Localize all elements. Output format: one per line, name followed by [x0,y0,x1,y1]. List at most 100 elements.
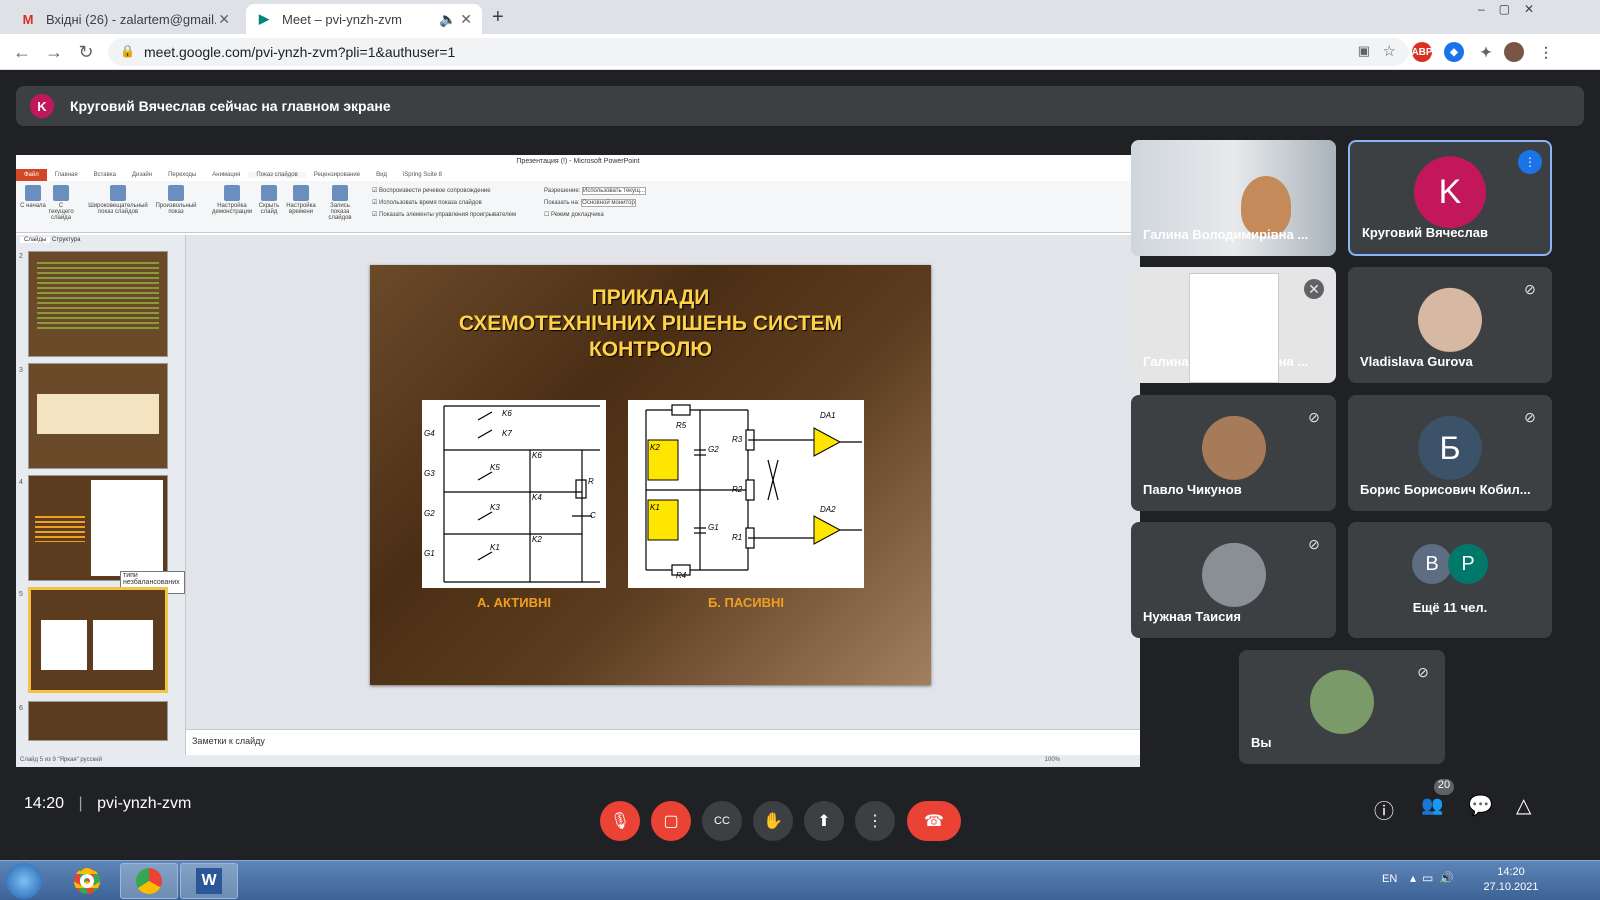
ribbon-checkboxes[interactable]: ☑ Воспроизвести речевое сопровождение ☑ … [372,185,516,221]
slide-thumbnail[interactable] [28,251,168,357]
adblock-icon[interactable]: ABP [1411,42,1433,62]
captions-button[interactable]: CC [702,801,742,841]
menu-item[interactable]: Рецензирование [306,172,368,178]
svg-text:K1: K1 [650,503,660,512]
ribbon-button[interactable]: Широковещательный показ слайдов [86,185,150,215]
avatar [1201,415,1266,480]
shared-screen: Презентация (!) - Microsoft PowerPoint Ф… [16,155,1140,767]
participant-tile[interactable]: ⊘ Vladislava Gurova [1348,267,1552,383]
svg-text:G2: G2 [424,509,435,518]
camera-off-button[interactable]: ▢ [651,801,691,841]
avatar: Б [1418,415,1482,480]
notes-pane[interactable]: Заметки к слайду [186,729,1140,757]
participant-name: Галина Володимирівна ... [1143,354,1309,369]
activities-icon[interactable]: △ [1516,793,1531,818]
participant-tile[interactable]: ✕ Галина Володимирівна ... [1131,267,1336,383]
reload-icon[interactable]: ↻ [74,40,98,64]
new-tab-button[interactable]: + [492,6,504,29]
clock[interactable]: 14:20 27.10.2021 [1476,865,1546,895]
participant-name: Нужная Таисия [1143,609,1241,624]
svg-text:K7: K7 [502,429,512,438]
address-bar[interactable]: 🔒 meet.google.com/pvi-ynzh-zvm?pli=1&aut… [108,38,1408,66]
forward-icon[interactable]: → [42,40,66,64]
menu-item[interactable]: Переходы [160,172,204,178]
window-title: Презентация (!) - Microsoft PowerPoint [16,155,1140,169]
menu-item[interactable]: Вид [368,172,395,178]
svg-text:K5: K5 [490,463,500,472]
meeting-time: 14:20 [24,795,65,812]
participant-name: Круговий Вячеслав [1362,225,1488,240]
slide-editor: ПРИКЛАДИ СХЕМОТЕХНІЧНИХ РІШЕНЬ СИСТЕМ КО… [186,235,1140,729]
self-tile[interactable]: ⊘ Вы [1239,650,1445,764]
tab-gmail[interactable]: M Вхідні (26) - zalartem@gmail.com ✕ [10,4,240,34]
menu-item[interactable]: iSpring Suite 8 [395,172,450,178]
more-participants-tile[interactable]: В Р Ещё 11 чел. [1348,522,1552,638]
start-button[interactable] [6,863,42,899]
extensions-icon[interactable]: ✦ [1476,42,1496,62]
menu-item[interactable]: Показ слайдов [248,172,306,178]
word-taskbar-button[interactable]: W [180,863,238,899]
present-button[interactable]: ⬆ [804,801,844,841]
svg-text:K6: K6 [532,451,542,460]
svg-text:C: C [590,511,596,520]
close-tab-icon[interactable]: ✕ [218,11,230,28]
slide-thumbnail-selected[interactable] [28,587,168,693]
ribbon-button[interactable]: С начала [18,185,48,209]
svg-text:K4: K4 [532,493,542,502]
info-icon[interactable]: ⓘ [1374,795,1394,824]
tray-icons[interactable]: ▴▭🔊 [1410,871,1460,885]
menu-item[interactable]: Вставка [86,172,124,178]
participant-tile[interactable]: Б ⊘ Борис Борисович Кобил... [1348,395,1552,511]
close-tab-icon[interactable]: 🔈 ✕ [439,11,472,28]
avatar: K [30,94,54,118]
ribbon-monitors[interactable]: Разрешение: Использовать текущ... Показа… [544,185,646,221]
participant-tile[interactable]: K ⋮ Круговий Вячеслав [1348,140,1552,256]
camera-blocked-icon[interactable]: ▣ [1358,43,1370,59]
raise-hand-button[interactable]: ✋ [753,801,793,841]
chat-icon[interactable]: 💬 [1468,793,1493,818]
profile-avatar[interactable] [1504,42,1524,62]
window-controls[interactable]: –▢✕ [1478,2,1548,16]
mic-off-button[interactable]: 🎙 [600,801,640,841]
slideshow-icon [53,185,69,201]
back-icon[interactable]: ← [10,40,34,64]
mic-off-icon: ⊘ [1308,535,1320,552]
participant-tile[interactable]: ⊘ Павло Чикунов [1131,395,1336,511]
gmail-icon: M [22,11,34,27]
thumb-number: 6 [19,705,23,712]
menu-item[interactable]: Файл [16,169,47,181]
menu-item[interactable]: Дизайн [124,172,160,178]
zoom-level[interactable]: 100% [1045,757,1060,763]
mic-off-icon: ⊘ [1417,663,1429,680]
chrome-taskbar-button[interactable] [120,863,178,899]
timer-icon [293,185,309,201]
menu-item[interactable]: Главная [47,172,86,178]
caption-active: А. АКТИВНІ [477,595,551,610]
slide-thumbnail[interactable] [28,701,168,741]
slide-thumbnail[interactable] [28,475,168,581]
lock-icon: 🔒 [120,44,135,58]
participant-name: Павло Чикунов [1143,482,1242,497]
ribbon-button[interactable]: Произвольный показ [154,185,198,215]
menu-icon[interactable]: ⋮ [1536,42,1556,62]
slide-thumbnail[interactable] [28,363,168,469]
chrome-taskbar-button[interactable] [58,863,116,899]
participant-tile[interactable]: Галина Володимирівна ... [1131,140,1336,256]
people-icon[interactable]: 👥 [1421,795,1443,816]
leave-call-button[interactable]: ☎ [907,801,961,841]
participant-name: Vladislava Gurova [1360,354,1473,369]
ribbon-button[interactable]: С текущего слайда [46,185,76,221]
ribbon-button[interactable]: Настройка времени [286,185,316,215]
ribbon-button[interactable]: Запись показа слайдов [320,185,360,221]
language-indicator[interactable]: EN [1382,873,1397,885]
ribbon-button[interactable]: Настройка демонстрации [212,185,252,215]
tab-title: Вхідні (26) - zalartem@gmail.com [46,11,216,27]
shield-icon[interactable]: ◆ [1444,42,1464,62]
more-options-button[interactable]: ⋮ [855,801,895,841]
tab-meet[interactable]: ▶ Meet – pvi-ynzh-zvm 🔈 ✕ [246,4,482,34]
star-icon[interactable]: ☆ [1383,42,1396,60]
thumbs-tabs[interactable]: Слайды Структура [20,237,80,243]
ribbon-button[interactable]: Скрыть слайд [254,185,284,215]
menu-item[interactable]: Анимация [204,172,248,178]
participant-tile[interactable]: ⊘ Нужная Таисия [1131,522,1336,638]
